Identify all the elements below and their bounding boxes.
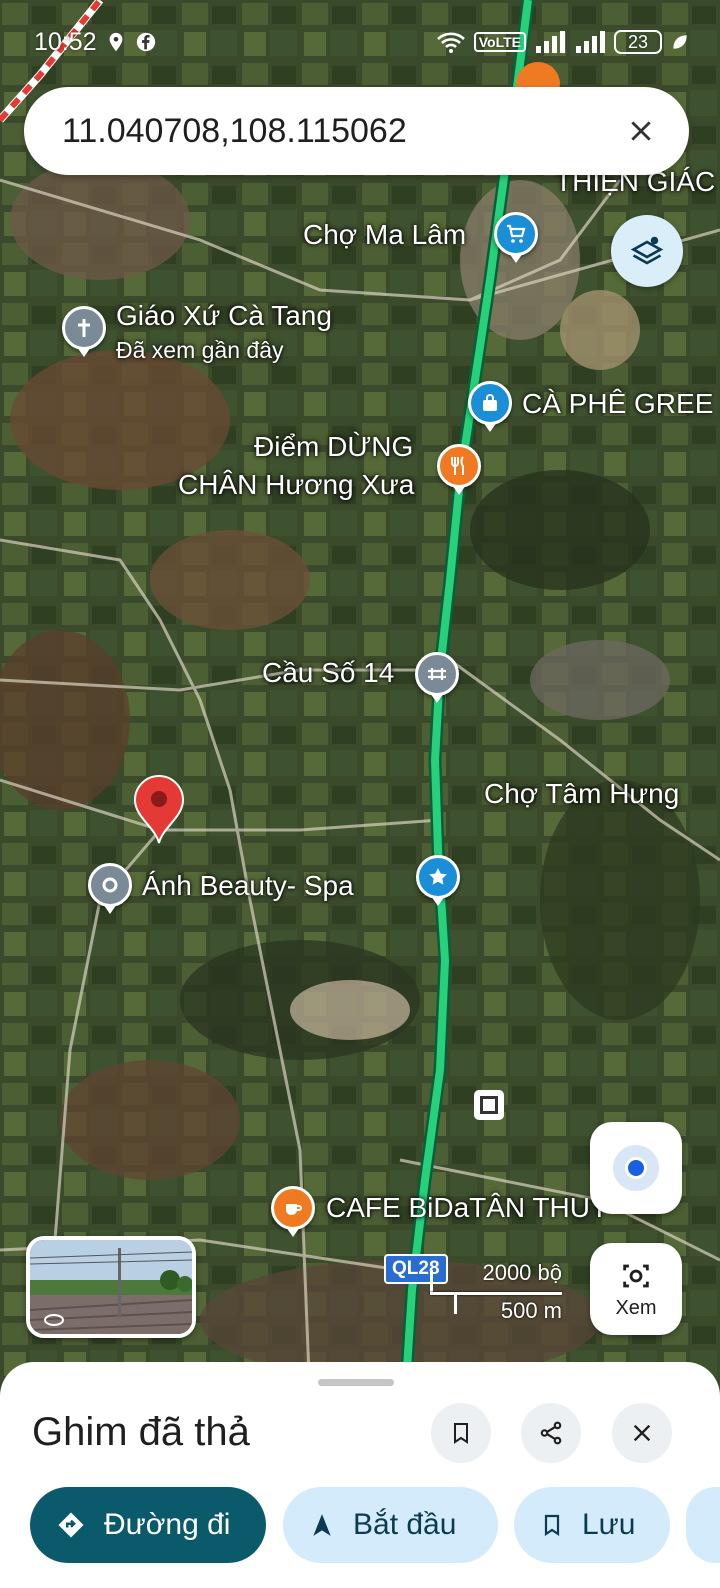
navigation-arrow-icon: [313, 1514, 331, 1536]
close-icon: [633, 1424, 651, 1442]
sheet-drag-handle[interactable]: [318, 1379, 394, 1386]
map-label-ca-phe-gree[interactable]: CÀ PHÊ GREE: [522, 388, 713, 420]
map-label-cho-tam-hung[interactable]: Chợ Tâm Hưng: [484, 778, 679, 810]
save-bookmark-button[interactable]: [431, 1403, 491, 1463]
street-view-thumbnail[interactable]: [26, 1236, 196, 1338]
scale-label-meters: 500 m: [500, 1298, 562, 1323]
save-label: Lưu: [582, 1508, 636, 1541]
map-label-cho-ma-lam[interactable]: Chợ Ma Lâm: [303, 219, 466, 251]
wifi-icon: [436, 32, 465, 53]
layers-icon: [630, 236, 664, 265]
camera-lens-icon: [623, 1264, 649, 1287]
map-label-diem-dung-line2[interactable]: CHÂN Hương Xưa: [178, 469, 414, 501]
directions-label: Đường đi: [104, 1508, 231, 1541]
star-icon[interactable]: [416, 855, 460, 906]
facebook-icon: [136, 32, 155, 52]
shopping-bag-icon[interactable]: [468, 381, 512, 432]
place-bottom-sheet[interactable]: Ghim đã thả Đường đi Bắt đầu Lưu: [0, 1362, 720, 1588]
sheet-title: Ghim đã thả: [32, 1410, 250, 1454]
signal-icon-1: [536, 31, 565, 53]
transit-stop-icon[interactable]: [474, 1090, 504, 1120]
map-label-diem-dung-line1[interactable]: Điểm DỪNG: [254, 431, 413, 463]
location-icon: [109, 32, 122, 52]
view-button-label: Xem: [615, 1296, 657, 1319]
map-label-cafe-bida-tan-thuy[interactable]: CAFE BiDaTÂN THUY: [326, 1192, 609, 1224]
church-cross-icon[interactable]: [62, 306, 106, 357]
close-icon[interactable]: [621, 111, 661, 151]
share-button[interactable]: [521, 1403, 581, 1463]
start-label: Bắt đầu: [353, 1508, 457, 1541]
location-pin-icon[interactable]: [88, 863, 132, 914]
directions-button[interactable]: Đường đi: [30, 1487, 266, 1563]
my-location-icon: [613, 1145, 659, 1191]
my-location-button[interactable]: [590, 1122, 682, 1214]
share-icon: [540, 1421, 562, 1445]
map-label-anh-beauty-spa[interactable]: Ánh Beauty- Spa: [142, 870, 354, 902]
shopping-cart-icon[interactable]: [494, 212, 538, 263]
coffee-cup-icon[interactable]: [271, 1186, 315, 1237]
map-label-recently-viewed: Đã xem gần đây: [116, 337, 284, 363]
map-layers-button[interactable]: [611, 215, 683, 287]
battery-indicator: 23: [614, 30, 662, 54]
search-bar[interactable]: [24, 87, 689, 175]
bridge-icon[interactable]: [415, 652, 459, 703]
save-button[interactable]: Lưu: [514, 1487, 670, 1563]
bookmark-icon: [544, 1514, 560, 1537]
map-label-giao-xu-ca-tang[interactable]: Giáo Xứ Cà Tang: [116, 300, 332, 332]
status-time: 10:52: [34, 27, 97, 56]
signal-icon-2: [576, 31, 605, 53]
map-label-cau-so-14[interactable]: Cầu Số 14: [262, 657, 394, 689]
start-navigation-button[interactable]: Bắt đầu: [283, 1487, 498, 1563]
restaurant-icon[interactable]: [437, 444, 481, 495]
map-scale: 2000 bộ 500 m: [430, 1260, 570, 1330]
dropped-pin-icon[interactable]: [133, 775, 185, 845]
scale-label-feet: 2000 bộ: [482, 1260, 562, 1285]
search-input[interactable]: [62, 111, 621, 151]
more-actions-chip[interactable]: [686, 1487, 720, 1563]
volte-badge: VoLTE: [473, 32, 526, 52]
lens-view-button[interactable]: Xem: [590, 1243, 682, 1335]
leaf-icon: [673, 35, 687, 49]
bookmark-icon: [454, 1423, 468, 1444]
directions-icon: [58, 1512, 84, 1538]
status-bar: 10:52 VoLTE 23: [0, 22, 720, 62]
close-sheet-button[interactable]: [612, 1403, 672, 1463]
